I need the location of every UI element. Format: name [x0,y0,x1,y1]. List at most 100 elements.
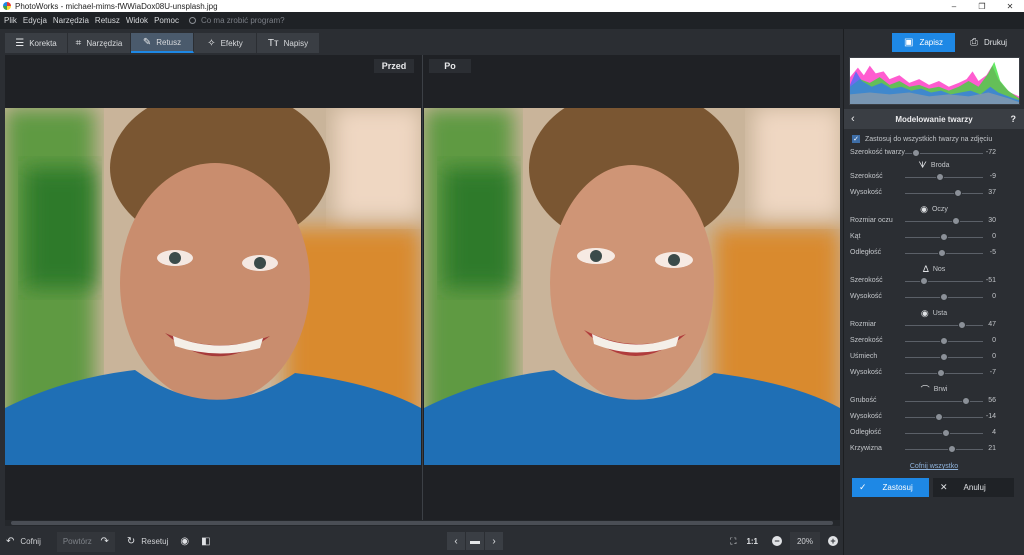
lips-icon: ◉ [920,307,929,318]
slider-knob[interactable] [941,429,950,437]
tab-2[interactable]: ✎ Retusz [131,33,194,53]
slider-value: 0 [992,353,996,360]
slider-track[interactable] [905,221,983,222]
close-icon[interactable]: ✕ [996,0,1024,12]
slider-value: 21 [988,445,996,452]
redo-button[interactable]: Powtórz ↷ [56,531,115,552]
eye-icon: ◉ [180,536,190,547]
slider-value: -51 [985,277,996,284]
previous-image-button[interactable]: ‹ [447,532,465,550]
section-title: Nos [932,265,946,273]
slider-knob[interactable] [938,249,947,257]
next-image-button[interactable]: › [485,532,503,550]
slider-row: Uśmiech 0 [850,351,1020,363]
slider-track[interactable] [905,401,983,402]
menu-edit[interactable]: Edycja [23,16,47,25]
slider-knob[interactable] [961,397,970,405]
help-icon[interactable]: ? [1011,114,1017,124]
text-icon: Tт [267,37,279,49]
folder-icon[interactable]: ▬ [466,532,484,550]
reset-icon: ↻ [126,536,136,547]
menu-retouch[interactable]: Retusz [95,16,120,25]
slider-label: Wysokość [850,369,882,376]
tab-3[interactable]: ✧ Efekty [194,33,257,53]
menu-help[interactable]: Pomoc [154,16,179,25]
slider-knob[interactable] [940,293,948,301]
compare-button[interactable]: ◧ [195,532,216,552]
back-chevron-icon[interactable]: ‹ [851,113,855,125]
slider-knob[interactable] [958,321,967,329]
save-button[interactable]: ▣ Zapisz [892,33,955,52]
undo-label: Cofnij [20,537,41,546]
tab-label: Narzędzia [86,38,123,48]
split-divider[interactable] [422,55,423,520]
reset-button[interactable]: ↻ Resetuj [121,532,175,552]
slider-track[interactable] [905,193,983,194]
sliders-icon: ☰ [15,37,25,49]
scrollbar-thumb[interactable] [11,521,833,525]
search-placeholder[interactable]: Co ma zrobić program? [201,16,285,25]
command-search[interactable]: Co ma zrobić program? [188,16,285,25]
reset-all-link[interactable]: Cofnij wszystko [844,463,1024,470]
slider-track[interactable] [905,325,983,326]
print-button[interactable]: ⎙ Drukuj [957,33,1020,52]
slider-knob[interactable] [934,413,943,421]
check-icon: ✓ [859,482,867,492]
preview-toggle-button[interactable]: ◉ [174,532,195,552]
slider-value: 37 [988,189,996,196]
slider-label: Odległość [850,249,882,256]
minimize-icon[interactable]: – [940,0,968,12]
tab-0[interactable]: ☰ Korekta [5,33,68,53]
apply-label: Zastosuj [882,483,913,492]
slider-knob[interactable] [951,217,960,225]
menu-view[interactable]: Widok [126,16,148,25]
image-navigation: ‹ ▬ › [447,532,504,550]
slider-track[interactable] [905,417,983,418]
title-bar: PhotoWorks - michael-mims-fWWiaDox08U-un… [0,0,1024,12]
checkmark-icon[interactable]: ✓ [852,135,860,143]
zoom-out-icon[interactable]: − [772,536,782,546]
tab-1[interactable]: ⌗ Narzędzia [68,33,131,53]
slider-knob[interactable] [940,353,948,361]
tab-label: Efekty [220,38,243,48]
apply-button[interactable]: ✓ Zastosuj [852,478,929,497]
slider-knob[interactable] [954,189,963,197]
slider-value: -7 [989,369,996,376]
zoom-value[interactable]: 20% [790,532,820,550]
slider-value: -14 [985,413,996,420]
cancel-button[interactable]: ✕ Anuluj [933,478,1014,497]
slider-knob[interactable] [911,149,920,157]
slider-row: Wysokość -7 [850,367,1020,379]
tool-tab-bar: ☰ Korekta ⌗ Narzędzia ✎ Retusz ✧ Efekty Tт Napisy [0,29,843,55]
slider-value: 4 [992,429,996,436]
slider-track[interactable] [905,281,983,282]
menu-tools[interactable]: Narzędzia [53,16,89,25]
slider-knob[interactable] [948,445,957,453]
slider-knob[interactable] [940,337,948,345]
eyebrow-icon: ⌒ [920,384,930,395]
zoom-in-icon[interactable]: + [828,536,838,546]
menu-file[interactable]: Plik [4,16,17,25]
fit-to-screen-icon[interactable]: ⛶ [730,536,736,547]
slider-track[interactable] [905,449,983,450]
undo-button[interactable]: ↶ Cofnij [0,532,47,552]
slider-value: 56 [988,397,996,404]
horizontal-scrollbar[interactable] [5,520,840,526]
slider-row: Odległość -5 [850,247,1020,259]
slider-label: Grubość [850,397,877,404]
slider-knob[interactable] [936,173,945,181]
slider-track[interactable] [905,177,983,178]
tab-4[interactable]: Tт Napisy [257,33,320,53]
slider-knob[interactable] [937,369,946,377]
right-panel: ▣ Zapisz ⎙ Drukuj ‹ Modelowanie twarzy ?… [843,29,1024,555]
slider-label: Wysokość [850,189,882,196]
slider-face-width: Szerokość twarzy -72 [850,147,1020,159]
tab-label: Korekta [29,38,57,48]
after-label: Po [429,59,471,73]
apply-all-faces-checkbox[interactable]: ✓ Zastosuj do wszystkich twarzy na zdjęc… [852,135,992,143]
slider-row: Wysokość 37 [850,187,1020,199]
slider-knob[interactable] [920,277,929,285]
slider-knob[interactable] [940,233,948,241]
zoom-actual-size[interactable]: 1:1 [746,537,758,546]
maximize-icon[interactable]: ❐ [968,0,996,12]
